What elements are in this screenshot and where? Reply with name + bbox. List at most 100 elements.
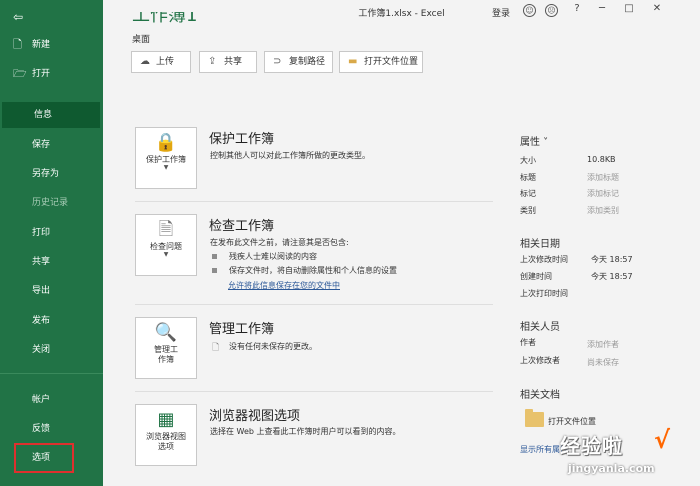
link-icon: ⊃: [273, 56, 282, 67]
minimize-button[interactable]: ─: [594, 3, 610, 14]
card-divider: [135, 304, 493, 305]
document-icon: 🗋: [212, 343, 220, 353]
author-label: 作者: [520, 338, 536, 347]
manage-workbook-button[interactable]: 🔍 管理工 作簿: [135, 317, 197, 379]
help-icon[interactable]: ?: [569, 3, 585, 14]
last-printed-label: 上次打印时间: [520, 289, 568, 298]
chevron-down-icon: ▼: [163, 251, 169, 258]
protect-workbook-desc: 控制其他人可以对此工作簿所做的更改类型。: [210, 151, 370, 160]
open-file-location-button[interactable]: ▬ 打开文件位置: [339, 51, 423, 73]
browser-view-options-button-label-2: 选项: [158, 442, 174, 451]
sidebar-item-close[interactable]: 关闭: [0, 337, 103, 363]
browser-view-options-title: 浏览器视图选项: [209, 409, 301, 424]
sidebar-item-share-label: 共享: [32, 257, 51, 267]
sidebar-item-save[interactable]: 保存: [0, 132, 103, 158]
page-heading: 工作簿1: [132, 12, 198, 24]
sidebar-item-publish-label: 发布: [32, 316, 51, 326]
file-location: 桌面: [132, 35, 151, 45]
title-label: 标题: [520, 173, 536, 182]
allow-save-info-link[interactable]: 允许将此信息保存在您的文件中: [228, 280, 340, 291]
manage-workbook-desc: 没有任何未保存的更改。: [229, 342, 317, 351]
sidebar-item-feedback[interactable]: 反馈: [0, 416, 103, 442]
card-divider: [135, 201, 493, 202]
sidebar-item-feedback-label: 反馈: [32, 424, 51, 434]
sidebar-item-publish[interactable]: 发布: [0, 308, 103, 334]
inspect-bullet-properties-text: 保存文件时，将自动删除属性和个人信息的设置: [229, 266, 397, 275]
inspect-workbook-title: 检查工作簿: [209, 219, 275, 234]
sidebar-item-print[interactable]: 打印: [0, 220, 103, 246]
browser-view-options-button-label-1: 浏览器视图: [146, 432, 186, 441]
browser-view-options-desc: 选择在 Web 上查看此工作簿时用户可以看到的内容。: [210, 427, 401, 436]
sidebar-item-options[interactable]: 选项: [14, 443, 74, 473]
tags-field[interactable]: 添加标记: [587, 188, 619, 199]
properties-dropdown[interactable]: 属性 ˅: [520, 133, 548, 148]
sidebar-item-share[interactable]: 共享: [0, 249, 103, 275]
folder-icon: ▬: [348, 56, 358, 67]
copy-path-button-label: 复制路径: [289, 57, 326, 67]
created-label: 创建时间: [520, 272, 552, 281]
check-issues-button[interactable]: 🗎 检查问题 ▼: [135, 214, 197, 276]
sidebar-item-new[interactable]: 🗋 新建: [0, 32, 103, 58]
sidebar-item-account[interactable]: 帐户: [0, 387, 103, 413]
sidebar-item-open[interactable]: 🗁 打开: [0, 61, 103, 87]
smile-feedback-icon[interactable]: ☺: [523, 4, 536, 17]
watermark-logo: 经验啦: [560, 434, 623, 458]
sidebar-item-save-as-label: 另存为: [32, 169, 60, 179]
protect-workbook-button[interactable]: 🔒 保护工作簿 ▼: [135, 127, 197, 189]
tags-label: 标记: [520, 189, 536, 198]
title-field[interactable]: 添加标题: [587, 172, 619, 183]
browser-view-options-button[interactable]: ▦ 浏览器视图 选项: [135, 404, 197, 466]
manage-workbook-icon: 🔍: [154, 322, 178, 343]
frown-feedback-icon[interactable]: ☹: [545, 4, 558, 17]
protect-workbook-title: 保护工作簿: [209, 132, 275, 147]
related-dates-heading: 相关日期: [520, 239, 560, 250]
sidebar-item-print-label: 打印: [32, 228, 51, 238]
open-file-location-label: 打开文件位置: [548, 417, 596, 426]
new-document-icon: 🗋: [13, 38, 22, 51]
folder-icon: [525, 409, 544, 427]
share-icon: ⇪: [208, 56, 217, 67]
sidebar-item-account-label: 帐户: [32, 395, 51, 405]
last-modified-text: 今天 18:57: [591, 255, 633, 264]
open-file-location-button-label: 打开文件位置: [364, 57, 419, 67]
back-button[interactable]: ⇦: [0, 4, 103, 30]
sidebar-item-history: 历史记录: [0, 190, 103, 216]
last-modified-value: 今天 18:57: [587, 254, 633, 265]
size-label: 大小: [520, 156, 536, 165]
card-divider: [135, 391, 493, 392]
sidebar-item-export[interactable]: 导出: [0, 278, 103, 304]
manage-workbook-title: 管理工作簿: [209, 322, 275, 337]
close-window-button[interactable]: ✕: [649, 3, 665, 14]
restore-button[interactable]: □: [621, 3, 637, 14]
add-author-field[interactable]: 添加作者: [587, 339, 619, 350]
related-people-heading: 相关人员: [520, 322, 560, 333]
last-modified-by-value: 尚未保存: [587, 358, 619, 367]
upload-button[interactable]: ☁ 上传: [131, 51, 191, 73]
manage-workbook-button-label-1: 管理工: [154, 345, 178, 354]
watermark-check-icon: √: [654, 426, 671, 454]
sidebar-item-save-as[interactable]: 另存为: [0, 161, 103, 187]
size-value: 10.8KB: [587, 155, 616, 164]
sidebar-item-info-label: 信息: [34, 110, 53, 120]
sidebar-item-save-label: 保存: [32, 140, 51, 150]
sidebar-item-open-label: 打开: [32, 69, 51, 79]
last-modified-by-label: 上次修改者: [520, 356, 560, 365]
share-button[interactable]: ⇪ 共享: [199, 51, 257, 73]
excel-browser-icon: ▦: [157, 409, 175, 430]
created-text: 今天 18:57: [591, 272, 633, 281]
upload-button-label: 上传: [156, 57, 175, 67]
inspect-bullet-accessibility: 残疾人士难以阅读的内容: [212, 251, 317, 262]
sidebar-item-info[interactable]: 信息: [2, 102, 100, 128]
sign-in-link[interactable]: 登录: [492, 6, 510, 19]
related-documents-heading: 相关文档: [520, 390, 560, 401]
manage-workbook-button-label-2: 作簿: [158, 355, 174, 364]
sidebar-item-close-label: 关闭: [32, 345, 51, 355]
copy-path-button[interactable]: ⊃ 复制路径: [264, 51, 333, 73]
lock-icon: 🔒: [154, 132, 178, 153]
last-modified-label: 上次修改时间: [520, 255, 568, 264]
category-field[interactable]: 添加类别: [587, 205, 619, 216]
sidebar-item-options-label: 选项: [32, 453, 51, 463]
sidebar-item-history-label: 历史记录: [32, 198, 69, 208]
cloud-upload-icon: ☁: [140, 56, 150, 67]
inspect-workbook-desc: 在发布此文件之前，请注意其是否包含:: [210, 238, 349, 247]
